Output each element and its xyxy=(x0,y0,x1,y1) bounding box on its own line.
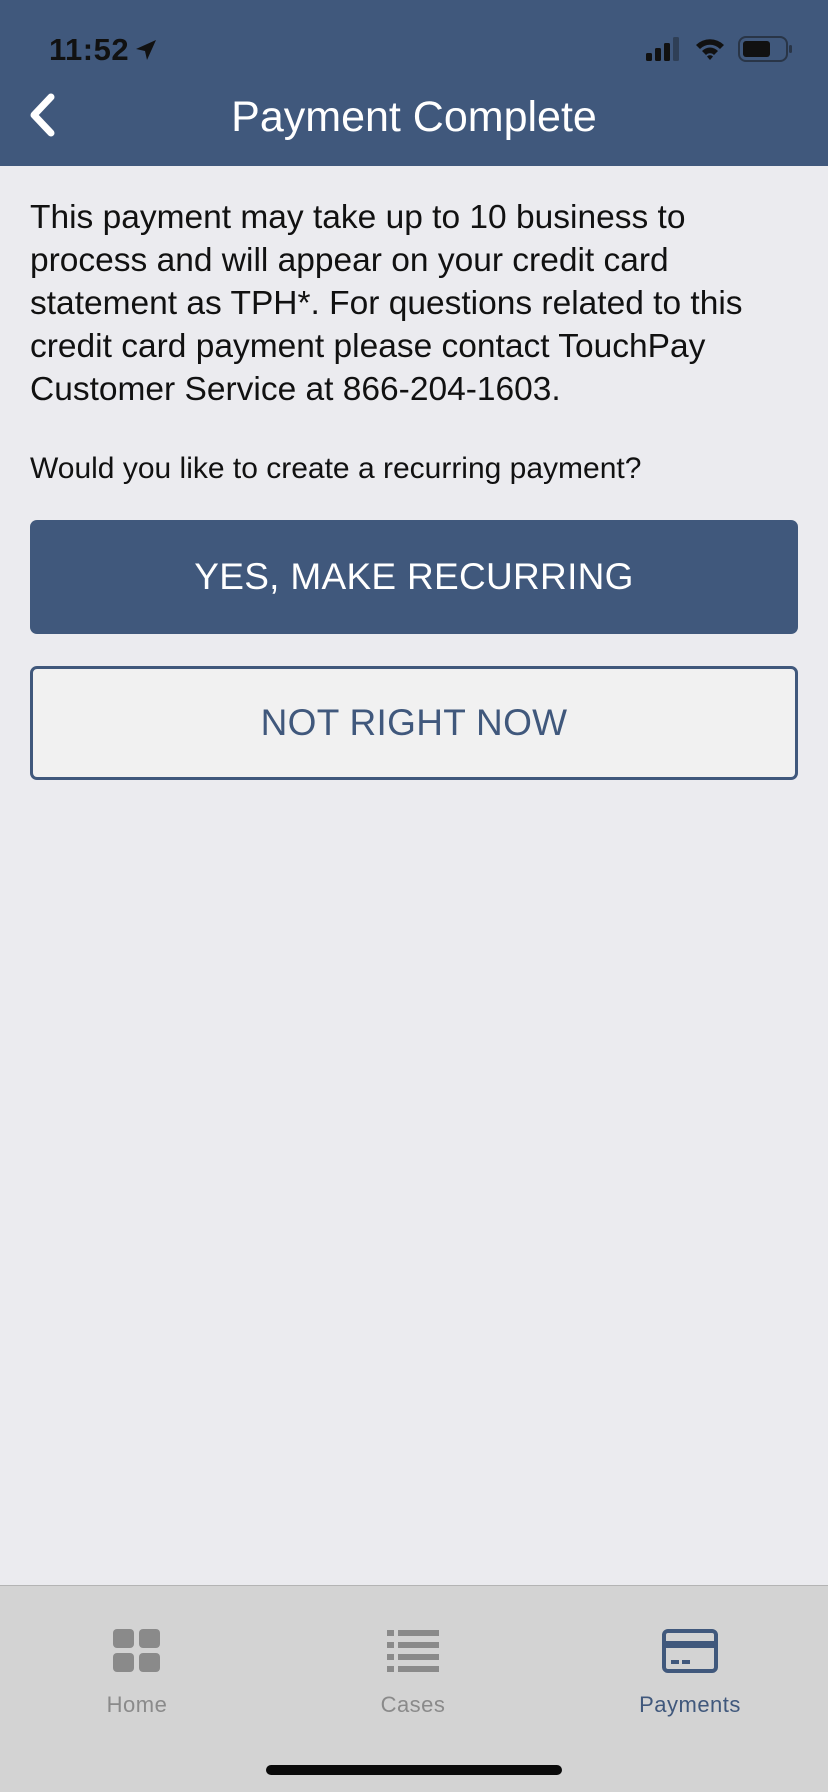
status-time: 11:52 xyxy=(49,32,130,67)
tab-cases[interactable]: Cases xyxy=(313,1626,513,1718)
tab-payments[interactable]: Payments xyxy=(590,1626,790,1718)
wifi-icon xyxy=(694,37,726,66)
home-indicator[interactable] xyxy=(266,1765,562,1775)
payment-info-text: This payment may take up to 10 business … xyxy=(30,199,743,408)
not-right-now-button[interactable]: NOT RIGHT NOW xyxy=(30,666,798,780)
header: 11:52 Payment Complete xyxy=(0,0,828,166)
status-time-group: 11:52 xyxy=(49,30,158,70)
credit-card-icon xyxy=(662,1626,718,1676)
nav-bar: Payment Complete xyxy=(0,86,828,148)
recurring-question: Would you like to create a recurring pay… xyxy=(30,452,642,485)
tab-payments-label: Payments xyxy=(639,1692,741,1717)
confirmation-content: This payment may take up to 10 business … xyxy=(30,196,800,489)
list-icon xyxy=(385,1626,441,1676)
tab-bar: Home Cases Payments xyxy=(0,1585,828,1792)
tab-cases-label: Cases xyxy=(380,1692,446,1717)
tab-home-label: Home xyxy=(106,1692,168,1717)
make-recurring-button[interactable]: YES, MAKE RECURRING xyxy=(30,520,798,634)
cellular-signal-icon xyxy=(646,36,682,66)
tab-home[interactable]: Home xyxy=(37,1626,237,1718)
page-title: Payment Complete xyxy=(231,93,597,141)
status-indicators xyxy=(646,35,794,67)
grid-icon xyxy=(109,1626,165,1676)
battery-icon xyxy=(738,35,794,67)
location-arrow-icon xyxy=(134,38,158,62)
